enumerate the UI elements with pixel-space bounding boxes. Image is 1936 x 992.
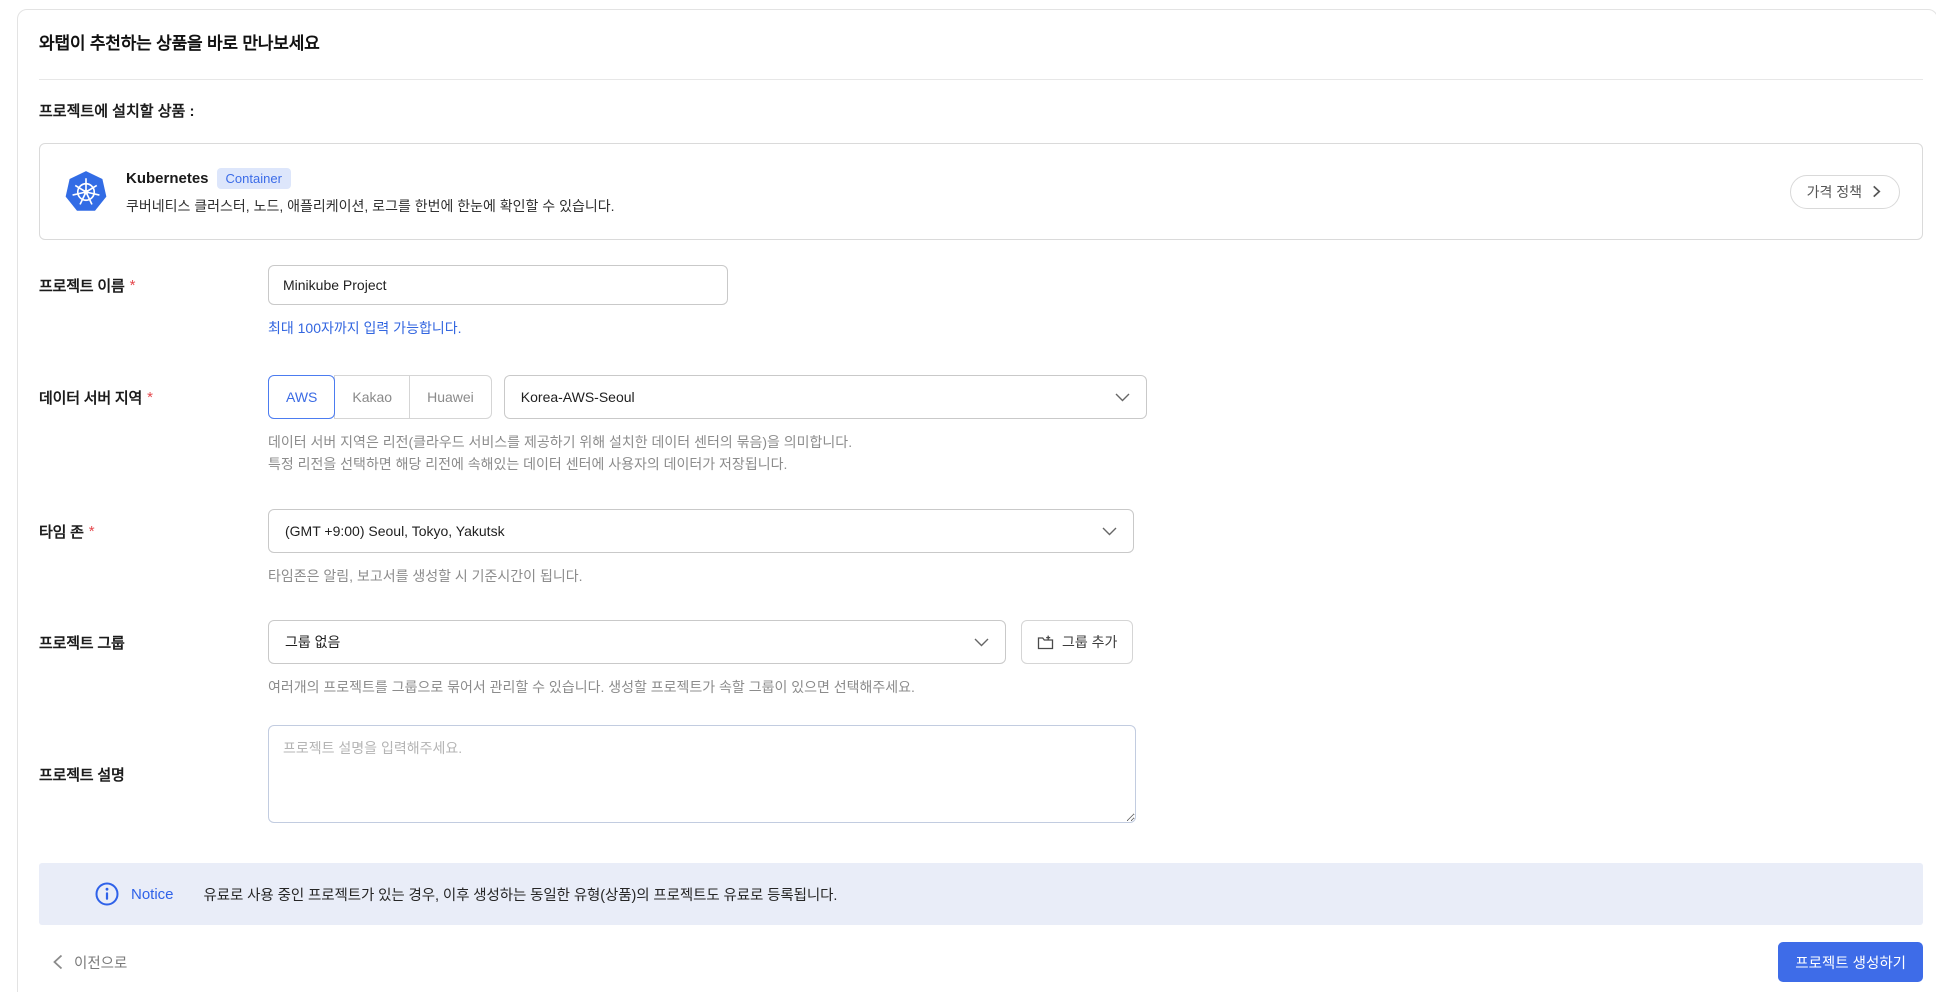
provider-tab-aws[interactable]: AWS [268,375,336,419]
notice-message: 유료로 사용 중인 프로젝트가 있는 경우, 이후 생성하는 동일한 유형(상품… [203,887,838,904]
required-mark: * [88,522,95,540]
project-group-select[interactable]: 그룹 없음 [268,620,1006,664]
pricing-policy-label: 가격 정책 [1806,183,1862,200]
product-card-kubernetes: Kubernetes Container 쿠버네티스 클러스터, 노드, 애플리… [39,143,1923,240]
provider-tab-huawei[interactable]: Huawei [409,375,492,419]
page-title: 와탭이 추천하는 상품을 바로 만나보세요 [39,34,320,53]
chevron-left-icon [53,954,63,970]
timezone-select[interactable]: (GMT +9:00) Seoul, Tokyo, Yakutsk [268,509,1134,553]
timezone-row: 타임 존 * (GMT +9:00) Seoul, Tokyo, Yakutsk… [39,509,1923,587]
chevron-right-icon [1873,185,1881,198]
region-row: 데이터 서버 지역 * AWS Kakao Huawei Korea-AWS-S… [39,375,1923,475]
timezone-select-value: (GMT +9:00) Seoul, Tokyo, Yakutsk [285,523,505,539]
project-name-input[interactable] [268,265,728,305]
footer-actions: 이전으로 프로젝트 생성하기 [39,942,1923,982]
project-group-label: 프로젝트 그룹 [39,634,125,652]
back-button[interactable]: 이전으로 [52,952,127,973]
kubernetes-icon [65,170,107,211]
project-name-label: 프로젝트 이름 * [39,276,136,295]
project-group-row: 프로젝트 그룹 그룹 없음 그룹 추가 여러개의 프로젝트를 그룹으로 묶어서 … [39,620,1923,698]
timezone-label: 타임 존 * [39,522,95,541]
project-group-select-value: 그룹 없음 [285,634,341,650]
project-name-helper: 최대 100자까지 입력 가능합니다. [268,320,462,336]
back-label: 이전으로 [74,955,128,972]
project-description-label: 프로젝트 설명 [39,766,125,784]
chevron-down-icon [1102,527,1117,535]
project-name-row: 프로젝트 이름 * 최대 100자까지 입력 가능합니다. [39,265,1923,339]
content-panel: 와탭이 추천하는 상품을 바로 만나보세요 프로젝트에 설치할 상품 : Kub… [17,9,1936,992]
project-group-helper: 여러개의 프로젝트를 그룹으로 묶어서 관리할 수 있습니다. 생성할 프로젝트… [268,679,915,695]
project-description-textarea[interactable] [268,725,1136,823]
provider-tab-kakao[interactable]: Kakao [334,375,411,419]
header-divider [39,79,1923,80]
region-helper: 데이터 서버 지역은 리전(클라우드 서비스를 제공하기 위해 설치한 데이터 … [268,434,853,472]
notice-bar: Notice 유료로 사용 중인 프로젝트가 있는 경우, 이후 생성하는 동일… [39,863,1923,925]
product-category-badge: Container [216,167,291,189]
required-mark: * [129,276,136,294]
chevron-down-icon [974,638,989,646]
required-mark: * [147,388,153,406]
project-create-screen: 와탭이 추천하는 상품을 바로 만나보세요 프로젝트에 설치할 상품 : Kub… [0,0,1936,992]
create-project-button[interactable]: 프로젝트 생성하기 [1778,942,1923,982]
notice-label: Notice [131,885,174,903]
product-description: 쿠버네티스 클러스터, 노드, 애플리케이션, 로그를 한번에 한눈에 확인할 … [126,197,615,214]
region-label: 데이터 서버 지역 * [39,388,153,407]
install-product-section-label: 프로젝트에 설치할 상품 : [39,103,195,120]
cloud-provider-segmented-control: AWS Kakao Huawei [268,375,492,419]
region-select-value: Korea-AWS-Seoul [520,389,635,405]
product-name: Kubernetes [126,169,209,187]
chevron-down-icon [1115,393,1130,401]
project-description-row: 프로젝트 설명 [39,725,1923,828]
pricing-policy-button[interactable]: 가격 정책 [1789,174,1900,209]
region-select[interactable]: Korea-AWS-Seoul [503,375,1147,419]
folder-plus-icon [1037,635,1054,649]
info-icon [95,882,119,906]
add-group-label: 그룹 추가 [1062,634,1118,650]
add-group-button[interactable]: 그룹 추가 [1021,620,1134,664]
timezone-helper: 타임존은 알림, 보고서를 생성할 시 기준시간이 됩니다. [268,568,583,584]
